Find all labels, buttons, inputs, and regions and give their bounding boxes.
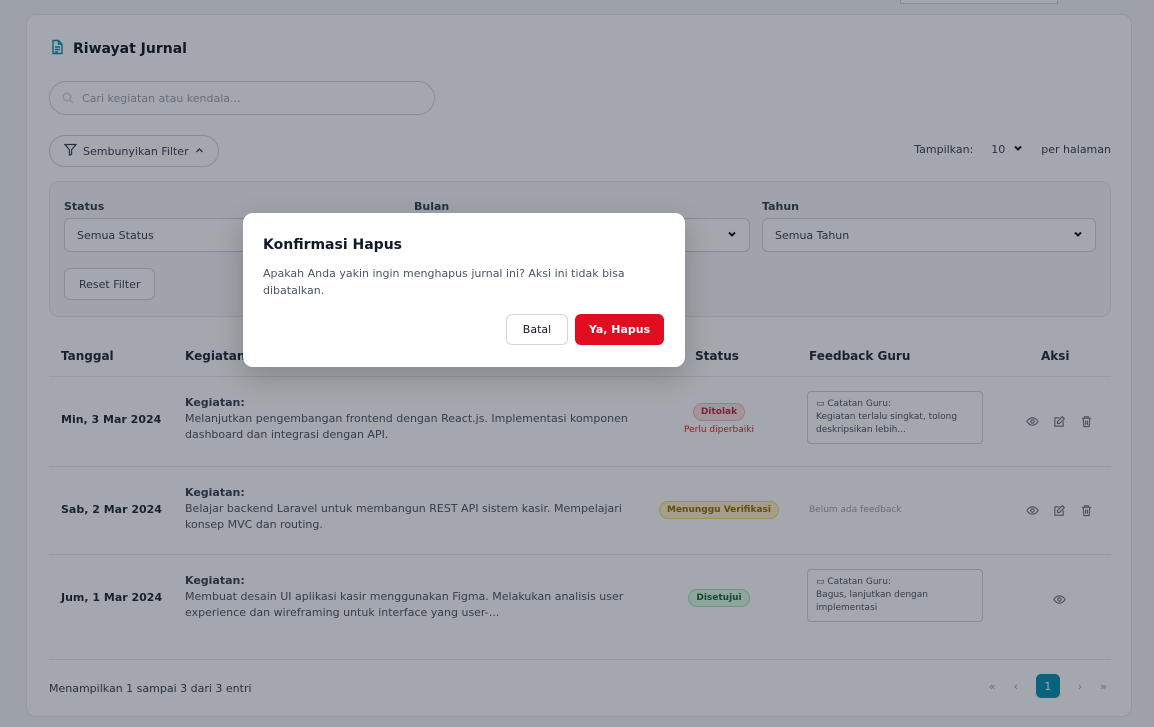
- dialog-title: Konfirmasi Hapus: [263, 237, 402, 253]
- dialog-message: Apakah Anda yakin ingin menghapus jurnal…: [263, 267, 625, 297]
- confirm-delete-button[interactable]: Ya, Hapus: [575, 314, 664, 345]
- delete-confirm-dialog: Konfirmasi Hapus Apakah Anda yakin ingin…: [243, 213, 685, 367]
- cancel-button[interactable]: Batal: [506, 314, 568, 345]
